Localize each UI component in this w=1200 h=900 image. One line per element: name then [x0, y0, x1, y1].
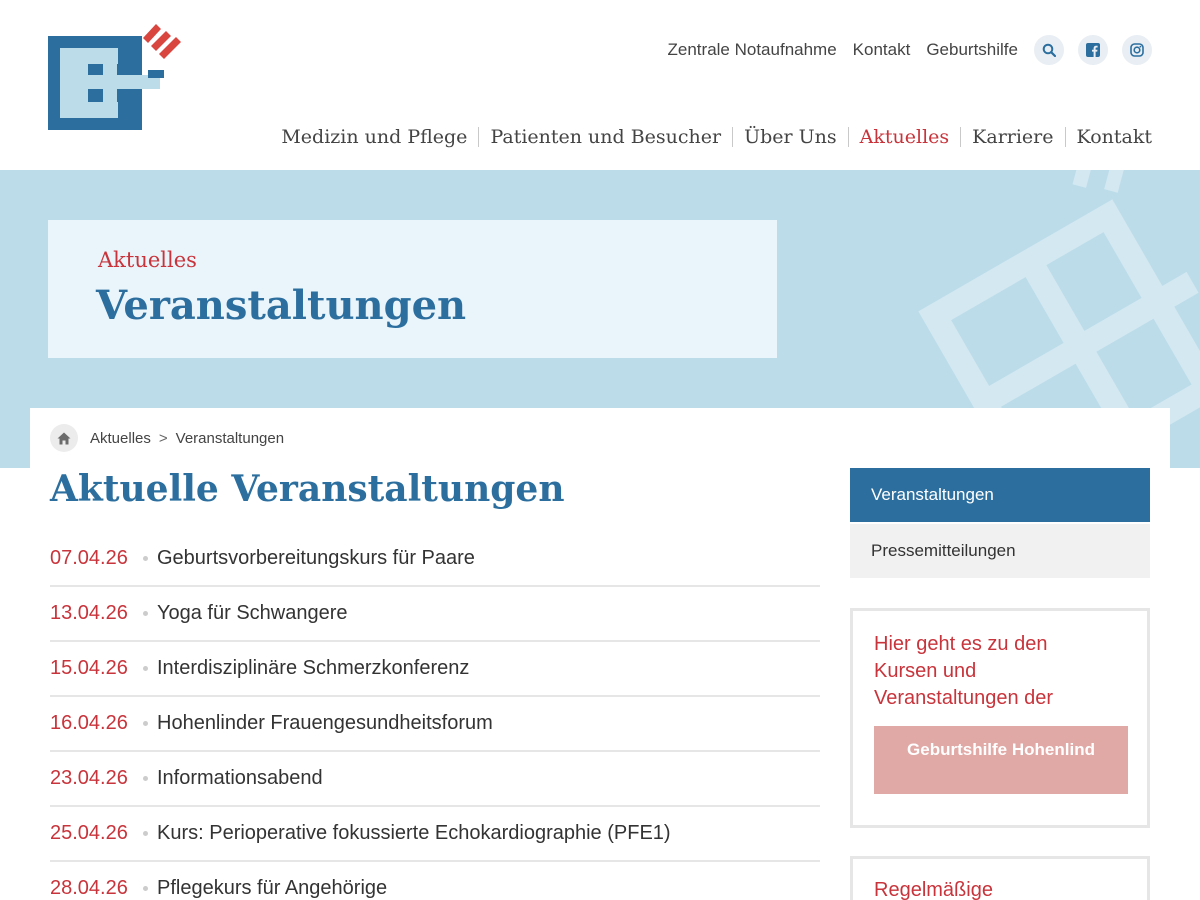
mainnav-item-ueber-uns[interactable]: Über Uns [744, 126, 837, 148]
sidebar-item-veranstaltungen[interactable]: Veranstaltungen [850, 468, 1150, 522]
geburtshilfe-button[interactable]: Geburtshilfe Hohenlind [874, 726, 1128, 794]
event-row[interactable]: 15.04.26 Interdisziplinäre Schmerzkonfer… [50, 642, 820, 697]
event-date: 28.04.26 [50, 877, 128, 899]
bullet-dot [143, 721, 148, 726]
event-row[interactable]: 25.04.26 Kurs: Perioperative fokussierte… [50, 807, 820, 862]
event-title[interactable]: Geburtsvorbereitungskurs für Paare [157, 547, 475, 570]
bullet-dot [143, 831, 148, 836]
sidebar-item-pressemitteilungen[interactable]: Pressemitteilungen [850, 524, 1150, 578]
event-date: 23.04.26 [50, 767, 128, 789]
breadcrumb-item-current: Veranstaltungen [175, 429, 285, 447]
topnav-link-geburtshilfe[interactable]: Geburtshilfe [926, 40, 1018, 60]
breadcrumb-separator: > [158, 429, 168, 447]
page-title: Aktuelle Veranstaltungen [50, 468, 565, 510]
search-button[interactable] [1034, 35, 1064, 65]
event-title[interactable]: Interdisziplinäre Schmerzkonferenz [157, 657, 469, 680]
breadcrumb-item-aktuelles[interactable]: Aktuelles [90, 430, 151, 447]
nav-divider [960, 127, 962, 147]
bullet-dot [143, 666, 148, 671]
promo-box-regelmaessige: Regelmäßige [850, 856, 1150, 900]
mainnav-item-kontakt[interactable]: Kontakt [1077, 126, 1152, 148]
event-title[interactable]: Hohenlinder Frauengesundheitsforum [157, 712, 493, 735]
breadcrumb: Aktuelles > Veranstaltungen [50, 424, 284, 452]
promo-box: Hier geht es zu den Kursen und Veranstal… [850, 608, 1150, 828]
nav-divider [1064, 127, 1066, 147]
instagram-icon [1130, 43, 1144, 57]
facebook-button[interactable] [1078, 35, 1108, 65]
hero-kicker: Aktuelles [98, 248, 197, 272]
bullet-dot [143, 611, 148, 616]
event-title[interactable]: Pflegekurs für Angehörige [157, 877, 387, 900]
logo[interactable] [48, 20, 184, 132]
event-row[interactable]: 28.04.26 Pflegekurs für Angehörige [50, 862, 820, 900]
top-nav: Zentrale Notaufnahme Kontakt Geburtshilf… [652, 34, 1152, 66]
mainnav-item-medizin[interactable]: Medizin und Pflege [281, 126, 467, 148]
event-row[interactable]: 13.04.26 Yoga für Schwangere [50, 587, 820, 642]
promo-text: Hier geht es zu den Kursen und Veranstal… [874, 633, 1054, 709]
search-icon [1042, 43, 1056, 57]
event-date: 25.04.26 [50, 822, 128, 844]
instagram-button[interactable] [1122, 35, 1152, 65]
bullet-dot [143, 886, 148, 891]
event-title[interactable]: Kurs: Perioperative fokussierte Echokard… [157, 822, 671, 845]
home-icon [57, 432, 71, 444]
hero-title: Veranstaltungen [96, 282, 467, 329]
event-date: 15.04.26 [50, 657, 128, 679]
sidebar-nav: Veranstaltungen Pressemitteilungen [850, 468, 1150, 578]
bullet-dot [143, 556, 148, 561]
promo2-heading: Regelmäßige [874, 879, 993, 900]
event-row[interactable]: 16.04.26 Hohenlinder Frauengesundheitsfo… [50, 697, 820, 752]
mainnav-item-aktuelles[interactable]: Aktuelles [860, 126, 950, 148]
mainnav-item-karriere[interactable]: Karriere [972, 126, 1053, 148]
topnav-link-kontakt[interactable]: Kontakt [853, 40, 911, 60]
event-title[interactable]: Informationsabend [157, 767, 323, 790]
event-date: 13.04.26 [50, 602, 128, 624]
mainnav-item-patienten[interactable]: Patienten und Besucher [490, 126, 721, 148]
event-list: 07.04.26 Geburtsvorbereitungskurs für Pa… [50, 532, 820, 900]
event-row[interactable]: 07.04.26 Geburtsvorbereitungskurs für Pa… [50, 532, 820, 587]
main-nav: Medizin und Pflege Patienten und Besuche… [281, 126, 1152, 148]
event-title[interactable]: Yoga für Schwangere [157, 602, 348, 625]
event-date: 16.04.26 [50, 712, 128, 734]
event-row[interactable]: 23.04.26 Informationsabend [50, 752, 820, 807]
bullet-dot [143, 776, 148, 781]
nav-divider [478, 127, 480, 147]
nav-divider [732, 127, 734, 147]
hero-title-box: Aktuelles Veranstaltungen [48, 220, 777, 358]
nav-divider [847, 127, 849, 147]
topnav-link-notaufnahme[interactable]: Zentrale Notaufnahme [668, 40, 837, 60]
site-header: Zentrale Notaufnahme Kontakt Geburtshilf… [0, 0, 1200, 170]
facebook-icon [1086, 43, 1100, 57]
content-card: Aktuelles > Veranstaltungen Aktuelle Ver… [30, 408, 1170, 900]
home-button[interactable] [50, 424, 78, 452]
event-date: 07.04.26 [50, 547, 128, 569]
